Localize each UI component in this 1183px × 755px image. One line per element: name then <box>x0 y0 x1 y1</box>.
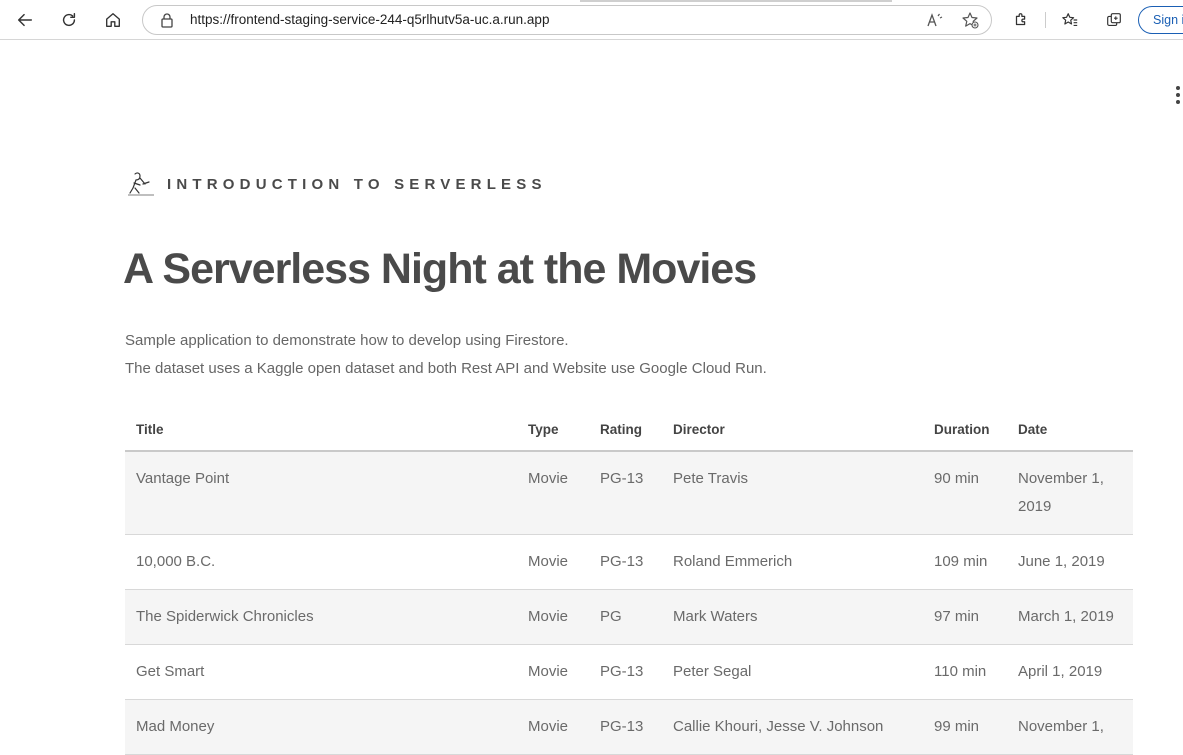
cell-type: Movie <box>517 451 589 535</box>
cell-title: The Spiderwick Chronicles <box>125 589 517 645</box>
extensions-icon <box>1015 13 1026 26</box>
extensions-button[interactable] <box>1007 6 1035 34</box>
sign-in-button[interactable]: Sign in <box>1138 6 1183 34</box>
cell-date: March 1, 2019 <box>1007 589 1133 645</box>
cell-duration: 110 min <box>923 644 1007 700</box>
column-header-rating[interactable]: Rating <box>589 408 662 452</box>
cell-rating: PG-13 <box>589 644 662 700</box>
cell-director: Pete Travis <box>662 451 923 535</box>
cell-title: 10,000 B.C. <box>125 534 517 590</box>
table-row[interactable]: Vantage Point Movie PG-13 Pete Travis 90… <box>125 451 1133 535</box>
description-line-1: Sample application to demonstrate how to… <box>125 332 569 349</box>
browser-toolbar: https://frontend-staging-service-244-q5r… <box>0 0 1183 40</box>
cell-rating: PG-13 <box>589 699 662 755</box>
cell-title: Mad Money <box>125 699 517 755</box>
column-header-director[interactable]: Director <box>662 408 923 452</box>
description-line-2: The dataset uses a Kaggle open dataset a… <box>125 360 767 377</box>
reload-button[interactable] <box>55 6 83 34</box>
cell-date: November 1, <box>1007 699 1133 755</box>
table-row[interactable]: The Spiderwick Chronicles Movie PG Mark … <box>125 589 1133 645</box>
cell-director: Mark Waters <box>662 589 923 645</box>
movies-table: Title Type Rating Director Duration Date… <box>125 408 1133 755</box>
collections-button[interactable] <box>1100 6 1128 34</box>
back-button[interactable] <box>11 6 39 34</box>
favorites-icon <box>1062 13 1078 26</box>
column-header-type[interactable]: Type <box>517 408 589 452</box>
site-brand[interactable]: INTRODUCTION TO SERVERLESS <box>125 170 547 198</box>
cell-rating: PG-13 <box>589 534 662 590</box>
toolbar-divider <box>1045 12 1046 28</box>
cell-duration: 109 min <box>923 534 1007 590</box>
column-header-title[interactable]: Title <box>125 408 517 452</box>
logo-icon <box>128 172 154 196</box>
table-row[interactable]: Get Smart Movie PG-13 Peter Segal 110 mi… <box>125 644 1133 700</box>
cell-type: Movie <box>517 644 589 700</box>
cell-director: Peter Segal <box>662 644 923 700</box>
read-aloud-icon[interactable] <box>926 11 944 29</box>
table-row[interactable]: Mad Money Movie PG-13 Callie Khouri, Jes… <box>125 699 1133 755</box>
url-text[interactable]: https://frontend-staging-service-244-q5r… <box>190 12 549 27</box>
cell-director: Callie Khouri, Jesse V. Johnson <box>662 699 923 755</box>
cell-rating: PG <box>589 589 662 645</box>
column-header-duration[interactable]: Duration <box>923 408 1007 452</box>
cell-type: Movie <box>517 699 589 755</box>
cell-duration: 90 min <box>923 451 1007 535</box>
table-header-row: Title Type Rating Director Duration Date <box>125 408 1133 452</box>
cell-title: Vantage Point <box>125 451 517 535</box>
address-bar[interactable]: https://frontend-staging-service-244-q5r… <box>142 5 992 35</box>
add-favorite-icon[interactable] <box>961 11 979 29</box>
cell-date: June 1, 2019 <box>1007 534 1133 590</box>
home-button[interactable] <box>99 6 127 34</box>
table-row[interactable]: 10,000 B.C. Movie PG-13 Roland Emmerich … <box>125 534 1133 590</box>
cell-rating: PG-13 <box>589 451 662 535</box>
more-options-icon[interactable] <box>1176 86 1183 106</box>
cell-type: Movie <box>517 534 589 590</box>
cell-director: Roland Emmerich <box>662 534 923 590</box>
cell-duration: 97 min <box>923 589 1007 645</box>
cell-duration: 99 min <box>923 699 1007 755</box>
cell-date: April 1, 2019 <box>1007 644 1133 700</box>
page-title: A Serverless Night at the Movies <box>123 245 757 293</box>
home-icon <box>106 13 120 27</box>
cell-type: Movie <box>517 589 589 645</box>
lock-icon[interactable] <box>159 12 175 28</box>
cell-date: November 1, 2019 <box>1007 451 1133 535</box>
back-icon <box>17 13 33 27</box>
brand-title: INTRODUCTION TO SERVERLESS <box>167 175 547 193</box>
collections-icon <box>1107 13 1121 26</box>
favorites-button[interactable] <box>1056 6 1084 34</box>
reload-icon <box>62 12 76 27</box>
cell-title: Get Smart <box>125 644 517 700</box>
loading-indicator <box>580 0 892 2</box>
column-header-date[interactable]: Date <box>1007 408 1133 452</box>
